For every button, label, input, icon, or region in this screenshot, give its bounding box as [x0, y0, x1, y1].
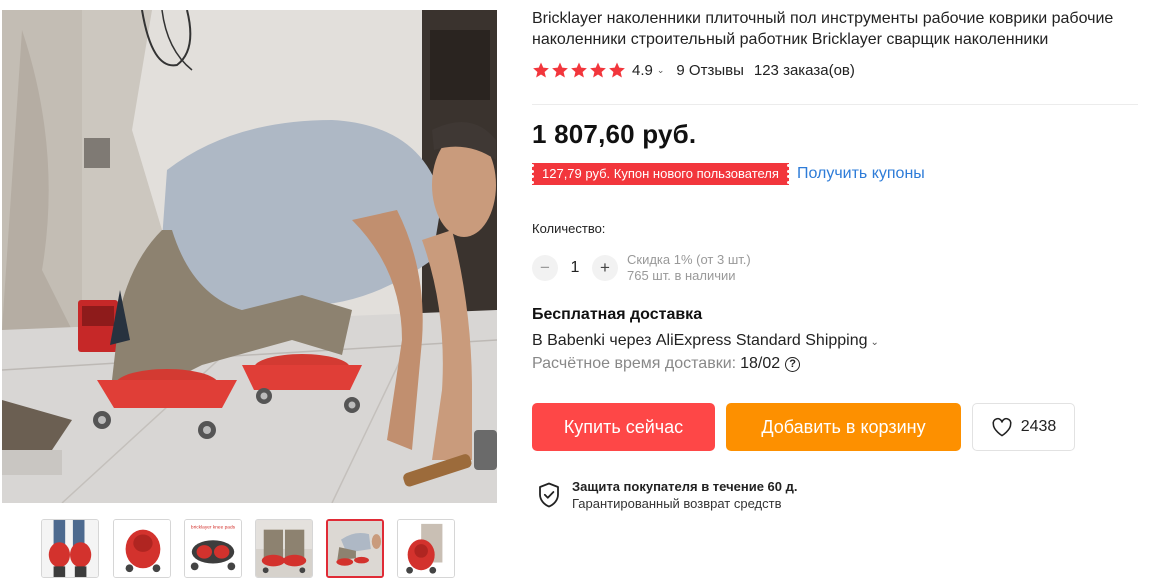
buyer-protection: Защита покупателя в течение 60 д. Гарант… [538, 478, 797, 512]
quantity-discount: Скидка 1% (от 3 шт.) [627, 252, 751, 267]
product-photo [2, 10, 497, 503]
quantity-label: Количество: [532, 221, 606, 236]
add-to-cart-button[interactable]: Добавить в корзину [726, 403, 961, 451]
reviews-link[interactable]: 9 Отзывы [676, 62, 743, 79]
stock-count: 765 шт. в наличии [627, 268, 736, 283]
quantity-note: Скидка 1% (от 3 шт.) 765 шт. в наличии [627, 252, 751, 284]
thumb-knee-pads-worn [42, 520, 98, 577]
star-icon [552, 62, 568, 78]
divider [532, 104, 1138, 105]
thumbnail-item[interactable] [41, 519, 99, 578]
product-title: Bricklayer наколенники плиточный пол инс… [532, 10, 1114, 48]
coupon-row: 127,79 руб. Купон нового пользователя По… [531, 162, 925, 186]
buyer-protection-text: Защита покупателя в течение 60 д. Гарант… [572, 478, 797, 512]
quantity-stepper: − 1 + Скидка 1% (от 3 шт.) 765 шт. в нал… [532, 252, 751, 284]
thumb-single-pad [114, 520, 170, 577]
thumb-worker-closeup [256, 520, 312, 577]
action-buttons: Купить сейчас Добавить в корзину 2438 [532, 403, 1075, 451]
coupon-badge-text: 127,79 руб. Купон нового пользователя [542, 166, 779, 181]
get-coupons-link[interactable]: Получить купоны [797, 165, 925, 183]
product-price: 1 807,60 руб. [532, 119, 697, 149]
buy-now-button[interactable]: Купить сейчас [532, 403, 715, 451]
orders-count: 123 заказа(ов) [753, 61, 855, 79]
chevron-down-icon: ⌄ [870, 337, 879, 348]
buyer-protection-subtitle: Гарантированный возврат средств [572, 496, 782, 511]
coupon-notch [786, 163, 790, 185]
quantity-decrease-button[interactable]: − [532, 255, 558, 281]
quantity-increase-button[interactable]: + [592, 255, 618, 281]
thumbnail-item[interactable] [397, 519, 455, 578]
star-icon [571, 62, 587, 78]
coupon-notch [531, 163, 534, 185]
chevron-down-icon[interactable]: ⌄ [657, 65, 665, 76]
thumbnail-item[interactable]: bricklayer knee pads [184, 519, 242, 578]
delivery-date: 18/02 [740, 355, 781, 372]
delivery-estimate: Расчётное время доставки: 18/02 ? [532, 355, 801, 373]
shield-check-icon [539, 482, 559, 508]
coupon-badge[interactable]: 127,79 руб. Купон нового пользователя [531, 163, 790, 185]
thumb-worker-kneeling [328, 521, 382, 576]
rating-stars[interactable] [532, 61, 626, 79]
shipping-method[interactable]: В Babenki через AliExpress Standard Ship… [532, 332, 879, 350]
quantity-input[interactable]: 1 [558, 259, 592, 277]
help-icon[interactable]: ? [785, 356, 801, 372]
buyer-protection-title: Защита покупателя в течение 60 д. [572, 479, 798, 494]
star-icon [590, 62, 606, 78]
wishlist-button[interactable]: 2438 [972, 403, 1075, 451]
rating-value[interactable]: 4.9 [632, 62, 653, 79]
rating-row: 4.9 ⌄ 9 Отзывы 123 заказа(ов) [532, 60, 1142, 80]
wishlist-count: 2438 [1020, 418, 1057, 435]
product-info: Bricklayer наколенники плиточный пол инс… [531, 8, 1142, 511]
gallery-thumbnails: bricklayer knee pads [41, 519, 461, 579]
shipping-method-text: В Babenki через AliExpress Standard Ship… [532, 332, 868, 349]
delivery-estimate-label: Расчётное время доставки: [532, 355, 737, 372]
star-icon [609, 62, 625, 78]
star-icon [533, 62, 549, 78]
thumb-pad-front [398, 520, 454, 577]
product-main-image[interactable] [2, 10, 497, 503]
shipping-title: Бесплатная доставка [532, 306, 703, 323]
thumbnail-item[interactable] [255, 519, 313, 578]
thumb-pads-on-tool: bricklayer knee pads [185, 520, 241, 577]
heart-icon [992, 417, 1012, 437]
thumbnail-item-active[interactable] [326, 519, 384, 578]
thumb-caption: bricklayer knee pads [191, 525, 236, 531]
thumbnail-item[interactable] [113, 519, 171, 578]
